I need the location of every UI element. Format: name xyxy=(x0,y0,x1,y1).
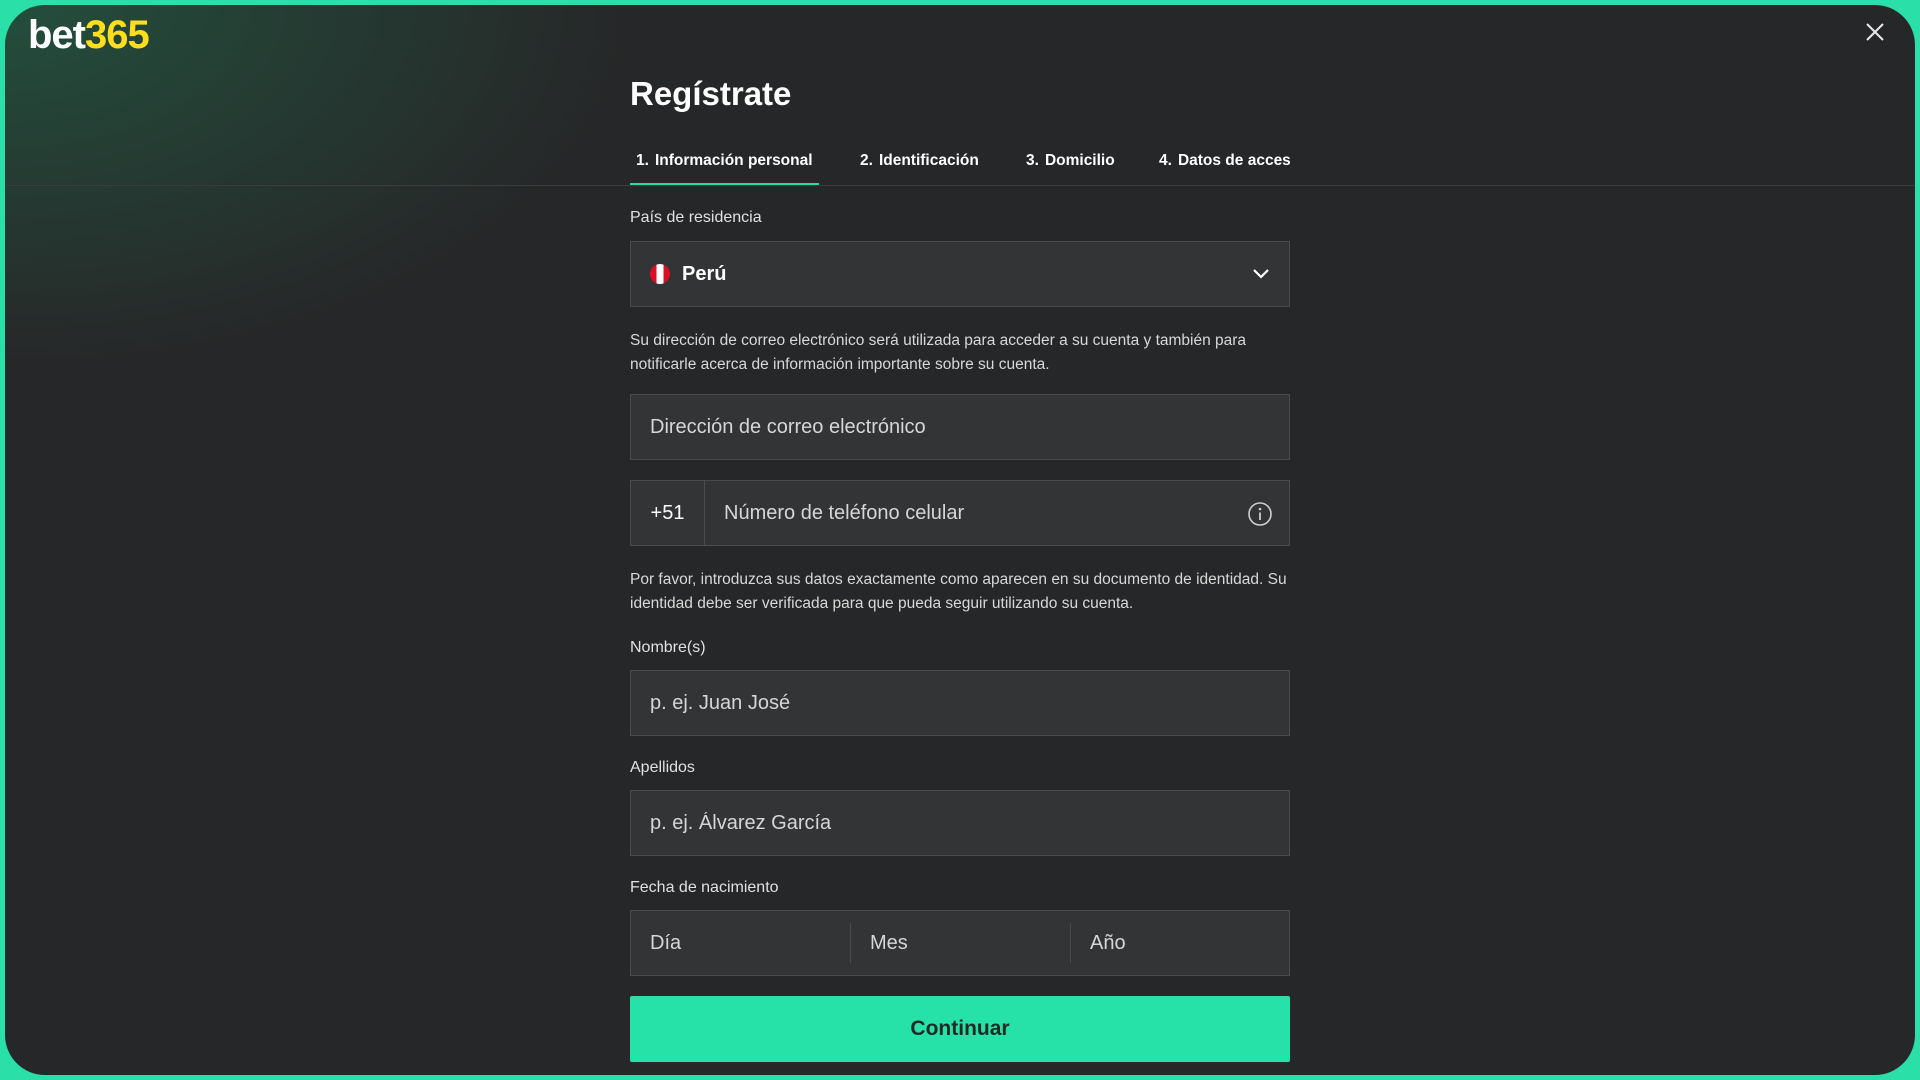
phone-prefix: +51 xyxy=(631,481,705,545)
tab-number: 4. xyxy=(1159,152,1172,169)
dob-year-input[interactable] xyxy=(1071,911,1289,975)
logo-text-bet: bet xyxy=(28,13,86,57)
tab-access-data[interactable]: 4. Datos de acceso xyxy=(1159,143,1290,187)
header-divider xyxy=(5,185,1915,186)
close-icon xyxy=(1866,23,1884,41)
tab-label: Domicilio xyxy=(1044,152,1115,169)
dob-month xyxy=(851,911,1071,975)
first-name-field xyxy=(630,670,1290,736)
peru-flag-icon xyxy=(650,264,670,284)
bet365-logo: bet365 xyxy=(28,11,150,59)
last-name-field xyxy=(630,790,1290,856)
tab-label: Información personal xyxy=(654,152,813,169)
tab-number: 1. xyxy=(636,152,649,169)
first-name-label: Nombre(s) xyxy=(630,639,706,656)
first-name-input[interactable] xyxy=(631,671,1289,735)
country-value: Perú xyxy=(682,263,727,285)
registration-steps: 1. Información personal 2. Identificación … xyxy=(630,143,1290,187)
phone-field: +51 xyxy=(630,480,1290,546)
close-button[interactable] xyxy=(1863,20,1887,44)
tab-number: 3. xyxy=(1026,152,1039,169)
registration-modal: bet365 Regístrate 1. Información personal… xyxy=(5,5,1915,1075)
info-icon[interactable] xyxy=(1247,501,1273,527)
dob-day-input[interactable] xyxy=(631,911,851,975)
tab-identification[interactable]: 2. Identificación xyxy=(860,143,979,187)
phone-input[interactable] xyxy=(705,481,1225,545)
email-field xyxy=(630,394,1290,460)
last-name-input[interactable] xyxy=(631,791,1289,855)
continue-button[interactable]: Continuar xyxy=(630,996,1290,1062)
dob-year xyxy=(1071,911,1289,975)
last-name-label: Apellidos xyxy=(630,759,695,776)
country-select[interactable]: Perú xyxy=(630,241,1290,307)
tab-label: Identificación xyxy=(878,152,979,169)
dob-day xyxy=(631,911,851,975)
tab-personal-info[interactable]: 1. Información personal xyxy=(630,143,819,187)
chevron-down-icon xyxy=(1253,269,1269,279)
dob-month-input[interactable] xyxy=(851,911,1071,975)
email-help-text: Su dirección de correo electrónico será … xyxy=(630,332,1247,373)
tab-address[interactable]: 3. Domicilio xyxy=(1026,143,1115,187)
dob-label: Fecha de nacimiento xyxy=(630,879,779,896)
identity-help-text: Por favor, introduzca sus datos exactame… xyxy=(630,571,1287,612)
tab-number: 2. xyxy=(860,152,873,169)
logo-text-365: 365 xyxy=(85,13,150,57)
dob-field xyxy=(630,910,1290,976)
page-title: Regístrate xyxy=(630,75,792,112)
email-input[interactable] xyxy=(631,395,1289,459)
country-label: País de residencia xyxy=(630,209,762,226)
tab-label: Datos de acceso xyxy=(1177,152,1290,169)
